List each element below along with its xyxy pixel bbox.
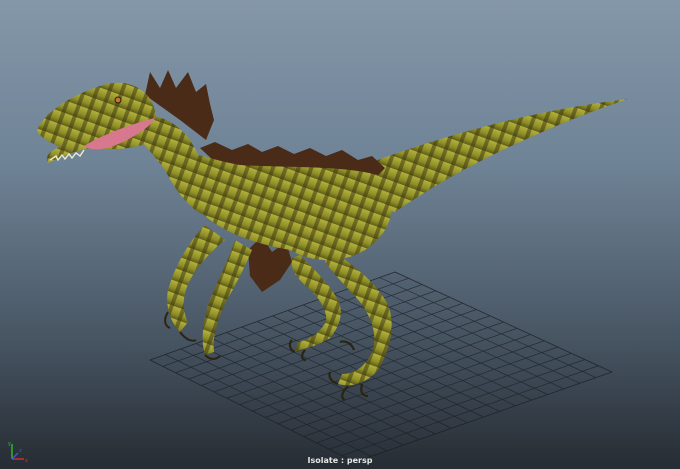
camera-label: Isolate : persp — [307, 456, 373, 465]
axis-z-label: z — [19, 448, 22, 454]
scene-canvas[interactable] — [0, 0, 680, 469]
maya-viewport[interactable]: Isolate : persp y x z — [0, 0, 680, 469]
axis-x-label: x — [25, 458, 28, 464]
axis-gizmo-icon: y x z — [8, 441, 28, 464]
axis-y-label: y — [8, 441, 11, 447]
raptor-eye — [114, 96, 122, 104]
raptor-tail — [350, 99, 628, 212]
